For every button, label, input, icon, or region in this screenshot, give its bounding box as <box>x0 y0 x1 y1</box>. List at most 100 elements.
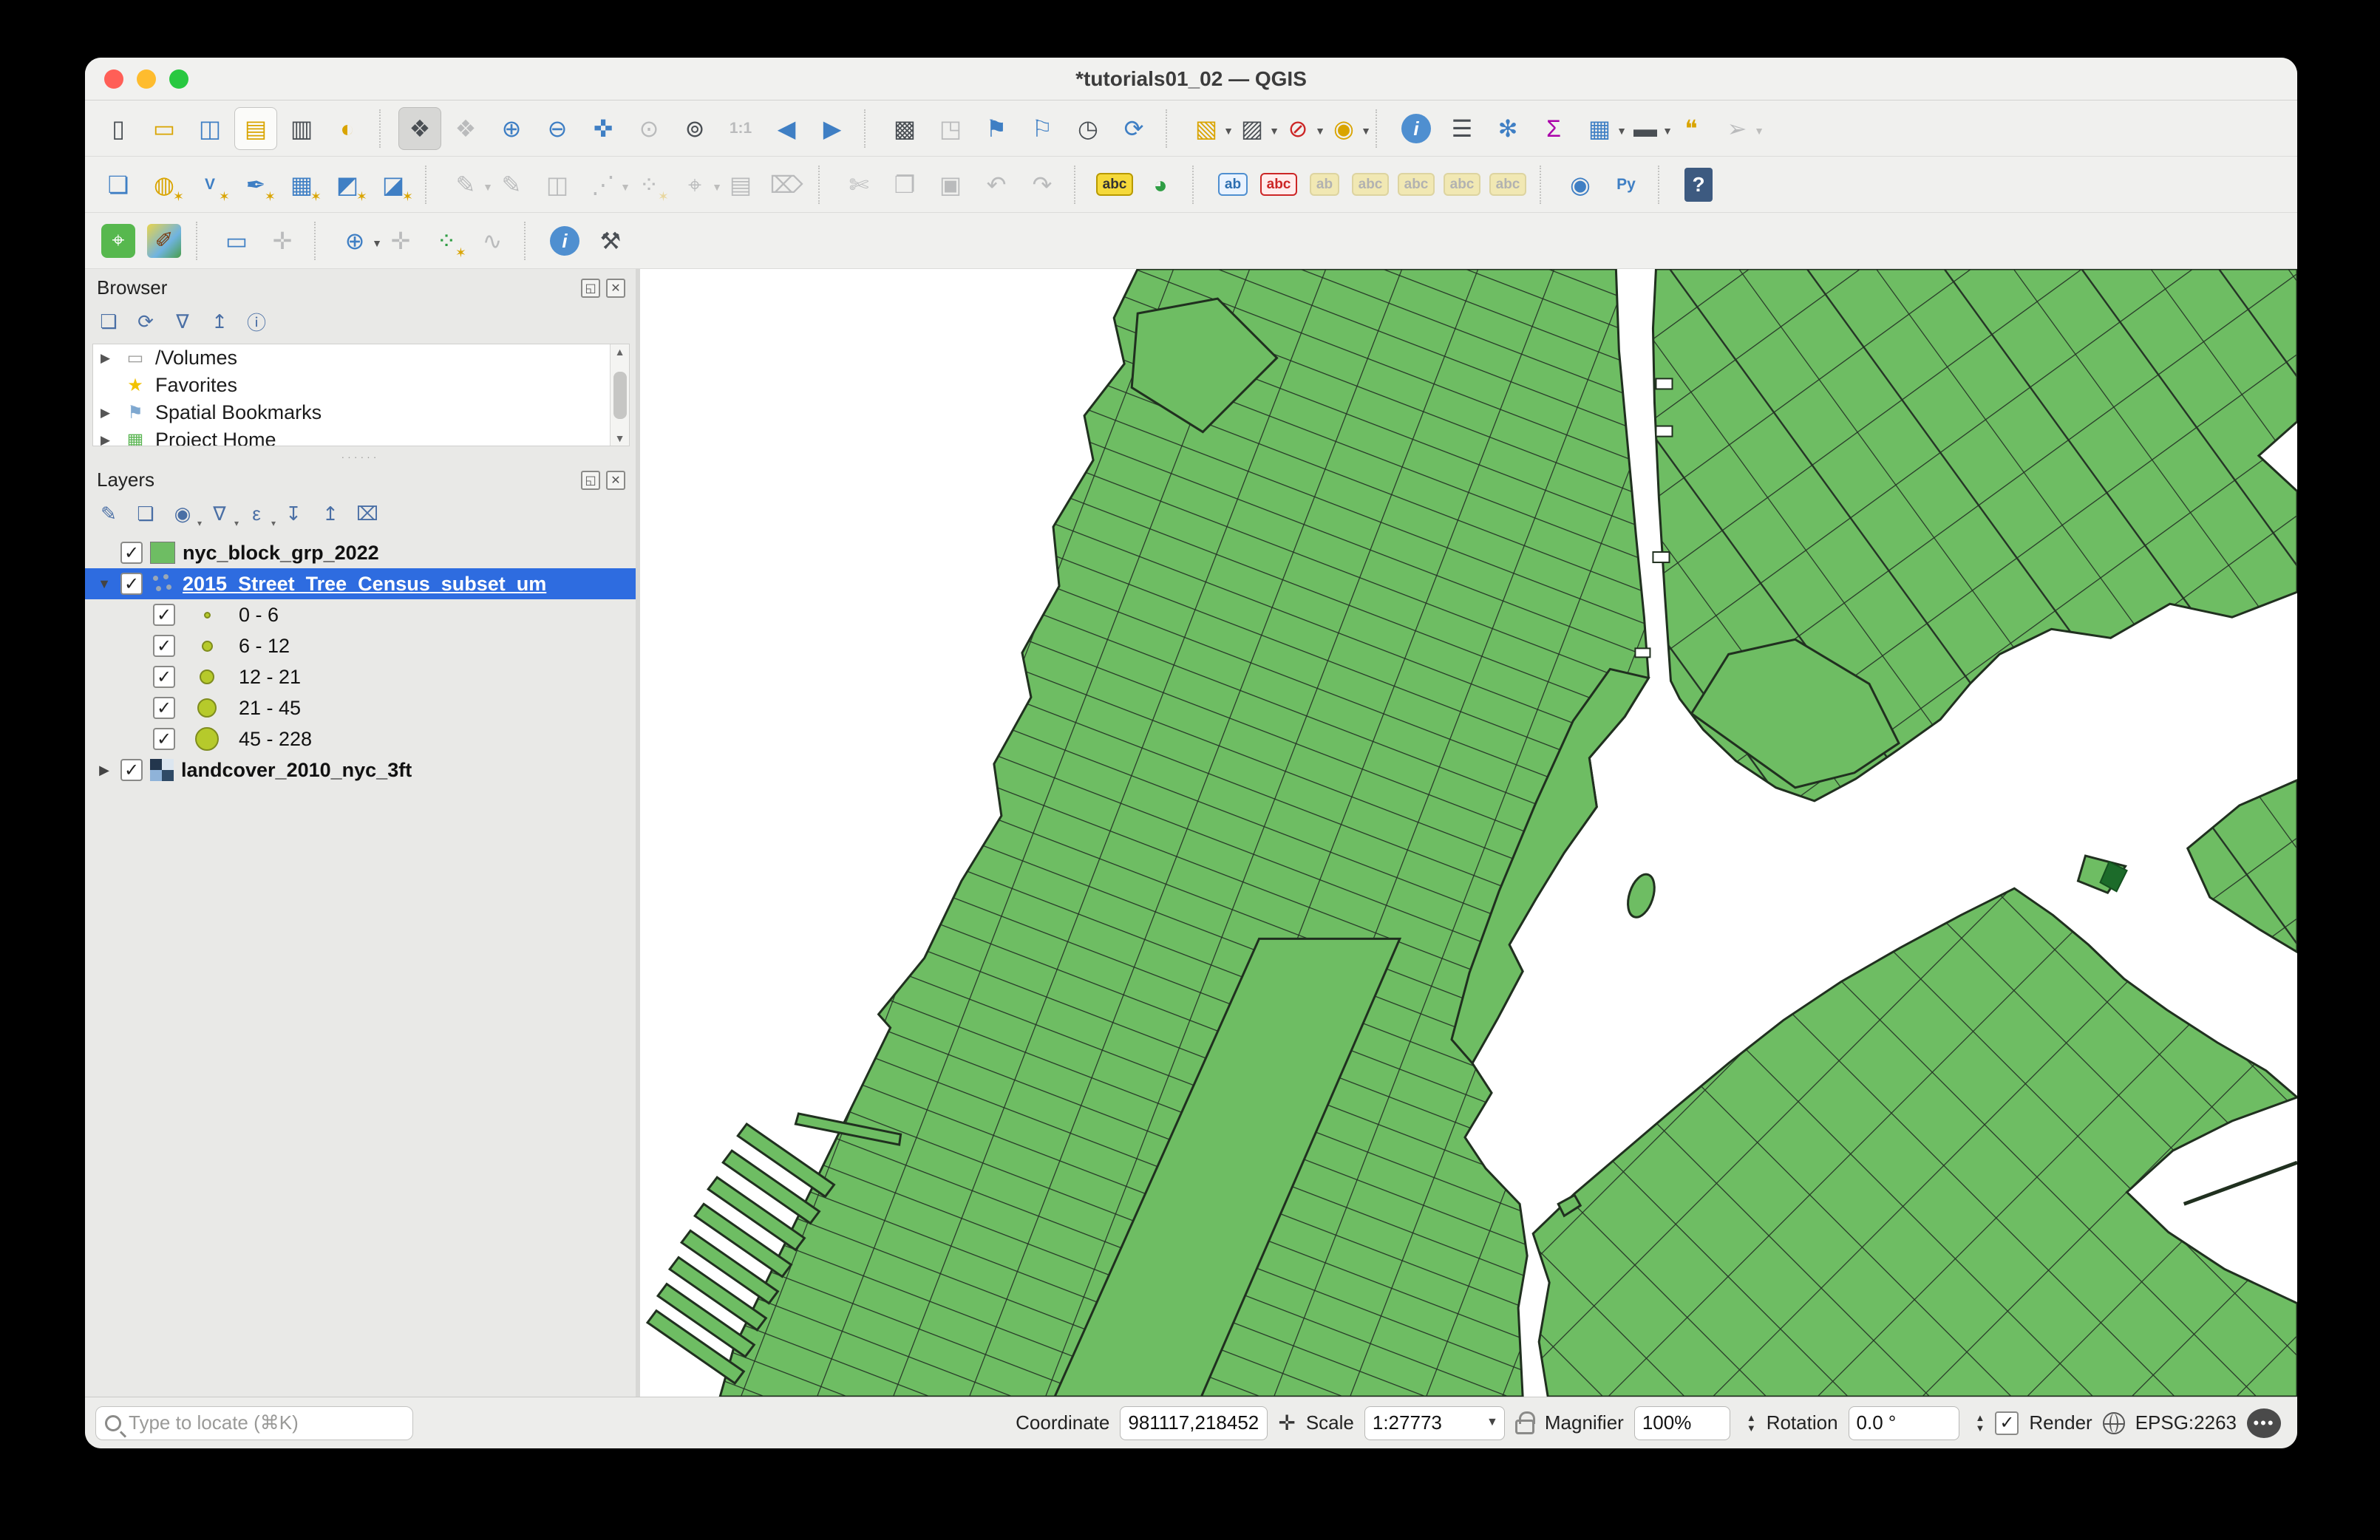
add-vector-layer-button[interactable]: ◍✶ <box>143 163 186 206</box>
new-map-view-button[interactable]: ▩ <box>883 107 926 150</box>
zoom-last-button[interactable]: ◀ <box>765 107 808 150</box>
osm-place-search-button[interactable]: ✐ <box>143 219 186 262</box>
style-manager-button[interactable]: ◐ <box>326 107 369 150</box>
locate-input[interactable] <box>129 1411 404 1434</box>
new-spatialite-layer-button[interactable]: ▦✶ <box>280 163 323 206</box>
identify-features-button[interactable]: i <box>1395 107 1438 150</box>
new-spatial-bookmark-button[interactable]: ⚑ <box>975 107 1018 150</box>
expand-arrow-icon[interactable]: ▶ <box>95 763 113 778</box>
profile-tool-button[interactable]: ▭ <box>215 219 258 262</box>
center-map-button[interactable]: ⊕▼ <box>333 219 376 262</box>
zoom-in-button[interactable]: ⊕ <box>490 107 533 150</box>
new-print-layout-button[interactable]: ▤ <box>234 107 277 150</box>
qms-search-button[interactable]: ⌖ <box>97 219 140 262</box>
zoom-out-button[interactable]: ⊖ <box>536 107 579 150</box>
legend-class-12-21[interactable]: ✓12 - 21 <box>85 661 636 692</box>
layer-item-nyc-block-grp-2022[interactable]: ✓nyc_block_grp_2022 <box>85 537 636 568</box>
project-new-button[interactable]: ▯ <box>97 107 140 150</box>
messages-bubble-icon[interactable]: ••• <box>2247 1408 2281 1438</box>
browser-item-favorites[interactable]: ★Favorites <box>93 372 629 399</box>
chevron-down-icon[interactable]: ▾ <box>197 518 202 528</box>
visibility-checkbox[interactable]: ✓ <box>120 573 143 595</box>
filter-legend-button[interactable]: ∇▾ <box>203 497 236 530</box>
crs-globe-icon[interactable] <box>2103 1412 2125 1434</box>
new-3d-map-view-button[interactable]: ◳ <box>929 107 972 150</box>
collapse-all-browser-button[interactable]: ↥ <box>203 305 236 338</box>
visibility-checkbox[interactable]: ✓ <box>120 542 143 564</box>
legend-class-6-12[interactable]: ✓6 - 12 <box>85 630 636 661</box>
legend-class-45-228[interactable]: ✓45 - 228 <box>85 723 636 754</box>
expand-arrow-icon[interactable]: ▶ <box>101 351 115 366</box>
data-source-manager-button[interactable]: ❏ <box>97 163 140 206</box>
delete-selected-button[interactable]: ⌦ <box>765 163 808 206</box>
layer-diagram-button[interactable]: ◕ <box>1139 163 1182 206</box>
digitize-shape-button[interactable]: ⁘✶ <box>628 163 670 206</box>
visibility-checkbox[interactable]: ✓ <box>153 728 175 750</box>
scrollbar-thumb[interactable] <box>613 372 627 419</box>
digitize-with-segment-button[interactable]: ⋰▼ <box>582 163 625 206</box>
zoom-full-extent-button[interactable]: ✜ <box>582 107 625 150</box>
magnifier-input[interactable]: 100% <box>1634 1406 1730 1440</box>
panel-splitter[interactable]: ······ <box>85 452 636 461</box>
run-feature-action-button[interactable]: ➢▼ <box>1716 107 1758 150</box>
add-center-point-button[interactable]: ✛ <box>379 219 422 262</box>
freehand-tool-button[interactable]: ∿ <box>471 219 514 262</box>
chevron-down-icon[interactable]: ▼ <box>1754 125 1764 137</box>
magnifier-spinner[interactable]: ▲▼ <box>1747 1413 1756 1433</box>
refresh-map-button[interactable]: ⟳ <box>1112 107 1155 150</box>
scale-lock-icon[interactable] <box>1515 1420 1534 1434</box>
cut-features-button[interactable]: ✄ <box>837 163 880 206</box>
legend-class-21-45[interactable]: ✓21 - 45 <box>85 692 636 723</box>
chevron-down-icon[interactable]: ▼ <box>1361 125 1371 137</box>
measure-line-button[interactable]: ▬▼ <box>1624 107 1667 150</box>
scale-combo[interactable]: 1:27773▼ <box>1364 1406 1505 1440</box>
python-console-button[interactable]: Py <box>1605 163 1648 206</box>
layers-float-button[interactable]: ◱ <box>581 471 600 490</box>
extents-icon[interactable]: ✛ <box>1278 1411 1295 1435</box>
layers-close-button[interactable]: ✕ <box>606 471 625 490</box>
vertex-tool-button[interactable]: ⌖▼ <box>673 163 716 206</box>
undo-button[interactable]: ↶ <box>975 163 1018 206</box>
zoom-next-button[interactable]: ▶ <box>811 107 854 150</box>
coordinate-input[interactable]: 981117,218452 <box>1120 1406 1268 1440</box>
show-spatial-bookmarks-button[interactable]: ⚐ <box>1021 107 1064 150</box>
redo-button[interactable]: ↷ <box>1021 163 1064 206</box>
crs-value[interactable]: EPSG:2263 <box>2135 1411 2237 1434</box>
plugin-info-button[interactable]: i <box>543 219 586 262</box>
expand-arrow-icon[interactable]: ▶ <box>101 406 115 420</box>
manage-visibility-button[interactable]: ◉▾ <box>166 497 199 530</box>
select-by-location-button[interactable]: ◉▼ <box>1322 107 1365 150</box>
new-shapefile-layer-button[interactable]: V✶ <box>188 163 231 206</box>
highlight-pinned-labels-button[interactable]: abc <box>1257 163 1300 206</box>
scroll-up-icon[interactable]: ▲ <box>615 346 625 358</box>
refresh-browser-button[interactable]: ⟳ <box>129 305 162 338</box>
layer-item-2015-street-tree-census-subset-um[interactable]: ▼✓2015_Street_Tree_Census_subset_um <box>85 568 636 599</box>
layer-labeling-button[interactable]: abc <box>1093 163 1136 206</box>
expand-arrow-icon[interactable]: ▼ <box>95 576 113 592</box>
visibility-checkbox[interactable]: ✓ <box>120 759 143 781</box>
collapse-all-button[interactable]: ↥ <box>314 497 347 530</box>
filter-by-expression-button[interactable]: ε▾ <box>240 497 273 530</box>
save-layer-edits-button[interactable]: ◫ <box>536 163 579 206</box>
map-tips-button[interactable]: ❝ <box>1670 107 1713 150</box>
layer-properties-button[interactable]: ⓘ <box>240 305 273 338</box>
layer-item-landcover-2010-nyc-3ft[interactable]: ▶✓landcover_2010_nyc_3ft <box>85 754 636 786</box>
paste-features-button[interactable]: ▣ <box>929 163 972 206</box>
browser-item--volumes[interactable]: ▶▭/Volumes <box>93 344 629 372</box>
pin-unpin-labels-button[interactable]: ab <box>1303 163 1346 206</box>
scroll-down-icon[interactable]: ▼ <box>615 432 625 444</box>
new-mesh-layer-button[interactable]: ◩✶ <box>326 163 369 206</box>
select-features-button[interactable]: ▧▼ <box>1185 107 1228 150</box>
change-label-button[interactable]: abc <box>1486 163 1529 206</box>
toggle-editing-button[interactable]: ✎ <box>490 163 533 206</box>
help-button[interactable]: ? <box>1677 163 1720 206</box>
zoom-native-button[interactable]: 1:1 <box>719 107 762 150</box>
add-group-button[interactable]: ❏ <box>129 497 162 530</box>
metasearch-button[interactable]: ◉ <box>1559 163 1602 206</box>
modify-attributes-button[interactable]: ▤ <box>719 163 762 206</box>
visibility-checkbox[interactable]: ✓ <box>153 635 175 657</box>
legend-class-0-6[interactable]: ✓0 - 6 <box>85 599 636 630</box>
plugin-settings-button[interactable]: ⚒ <box>589 219 632 262</box>
deselect-features-button[interactable]: ⊘▼ <box>1276 107 1319 150</box>
expand-arrow-icon[interactable]: ▶ <box>101 433 115 447</box>
